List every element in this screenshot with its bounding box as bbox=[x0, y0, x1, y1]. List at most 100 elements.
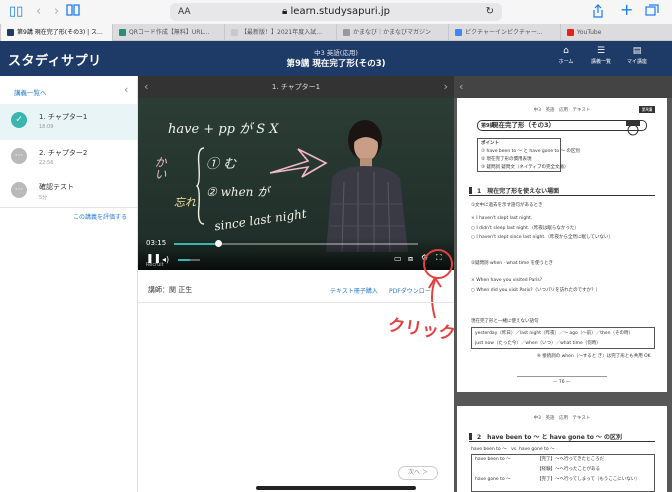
divider bbox=[0, 207, 137, 208]
browser-tab[interactable]: ピクチャーインピクチャー... bbox=[448, 24, 560, 41]
tab-favicon bbox=[231, 29, 238, 36]
back-to-course-list-link[interactable]: 講義一覧へ bbox=[14, 87, 47, 97]
pdf-line: ※ 接続詞の when（〜すると き）は完了形とも共用 OK bbox=[537, 354, 651, 359]
pdf-lesson-number: 第9講 bbox=[481, 123, 495, 129]
browser-tab[interactable]: かまなび｜かまなびマガジン bbox=[336, 24, 448, 41]
chalk-text: ② when が bbox=[206, 185, 270, 199]
nav-course-list-button[interactable]: ☰ 講義一覧 bbox=[589, 46, 613, 65]
video-chapter-bar: ‹ 1. チャプター1 › bbox=[138, 76, 454, 98]
next-button[interactable]: 次へ ＞ bbox=[398, 466, 438, 480]
reload-icon[interactable]: ↻ bbox=[486, 3, 494, 21]
pdf-line: ①文中に過去を示す語句があるとき bbox=[471, 203, 543, 208]
tab-label: 第9講 現在完了形(その3) | ス... bbox=[17, 29, 103, 36]
chapter-duration: 5分 bbox=[39, 195, 48, 201]
chapter-item[interactable]: ··· 2. チャプター2 22:56 bbox=[0, 140, 137, 176]
seek-handle[interactable] bbox=[214, 240, 222, 247]
app-header: スタディサプリ 中3 英語(応用) 第9講 現在完了形(その3) ⌂ ホーム ☰ 講… bbox=[0, 41, 672, 76]
browser-tab[interactable]: QRコード作成【無料】URL... bbox=[112, 24, 224, 41]
pdf-rule bbox=[517, 376, 607, 377]
check-icon: ✓ bbox=[11, 112, 27, 128]
bookmarks-icon[interactable] bbox=[66, 4, 80, 21]
subtitles-icon[interactable]: ▭ bbox=[394, 254, 402, 263]
prev-chapter-icon[interactable]: ‹ bbox=[144, 76, 148, 98]
back-arrow-icon[interactable]: ‹ bbox=[36, 4, 41, 20]
pdf-line: × When have you visited Paris? bbox=[471, 278, 543, 283]
browser-toolbar: ▯▯ ‹ › AA 🔒︎ learn.studysapuri.jp ↻ + bbox=[0, 0, 672, 24]
lecturer-name: 講師：関 正生 bbox=[148, 286, 193, 294]
forward-arrow-icon[interactable]: › bbox=[54, 4, 59, 20]
my-course-icon: ▤ bbox=[632, 46, 642, 56]
nav-my-course-button[interactable]: ▤ マイ講座 bbox=[625, 46, 649, 65]
tab-bar: 第9講 現在完了形(その3) | ス... QRコード作成【無料】URL... … bbox=[0, 24, 672, 41]
pdf-page: 中3 英語 応用 テキスト 第9講 第9講 現在完了形（その3） ポイント ① h… bbox=[457, 98, 667, 392]
buy-textbook-link[interactable]: テキスト冊子購入 bbox=[330, 286, 378, 295]
pdf-page-header: 中3 英語 応用 テキスト bbox=[533, 416, 591, 421]
pdf-line: yesterday（昨日）／last night（昨夜）／〜 ago（〜前）／t… bbox=[475, 331, 634, 336]
volume-fill bbox=[178, 259, 191, 261]
chapter-duration: 22:56 bbox=[39, 160, 54, 166]
share-icon[interactable] bbox=[592, 4, 604, 23]
chapter-item[interactable]: ··· 確認テスト 5分 bbox=[0, 174, 137, 210]
chalk-text: かい bbox=[153, 156, 167, 180]
lesson-badge: 第9講 bbox=[639, 106, 655, 113]
chapter-title: 2. チャプター2 bbox=[39, 149, 88, 157]
pdf-line: ②疑問詞 when · what time を使うとき bbox=[471, 261, 553, 266]
browser-tab[interactable]: 【最新版！】2021年度入試... bbox=[224, 24, 336, 41]
dots-icon: ··· bbox=[11, 148, 27, 164]
chapter-duration: 18:09 bbox=[39, 124, 54, 130]
rate-lecture-link[interactable]: この講義を評価する bbox=[73, 212, 127, 221]
chapter-title: 確認テスト bbox=[39, 183, 74, 191]
pdf-page-number: — 76 — bbox=[553, 380, 571, 385]
url-text: learn.studysapuri.jp bbox=[290, 6, 390, 17]
seek-bar-fill bbox=[174, 243, 218, 245]
chapter-item[interactable]: ✓ 1. チャプター1 18:09 bbox=[0, 104, 137, 140]
pdf-lesson-title: 第9講 現在完了形（その3） bbox=[477, 120, 647, 131]
pdf-line: ○ When did you visit Paris?（いつパリを訪れたのですか… bbox=[471, 288, 601, 293]
tab-favicon bbox=[7, 29, 14, 36]
chalk-text: 忘れ bbox=[174, 196, 196, 209]
pdf-line: have gone to 〜 bbox=[475, 477, 511, 482]
collapse-pdf-icon[interactable]: ‹ bbox=[459, 80, 463, 93]
pdf-page: 中3 英語 応用 テキスト 2 have been to 〜 と have go… bbox=[457, 406, 667, 492]
pdf-line: × I haven't slept last night. bbox=[471, 216, 533, 221]
pdf-line: ○ I haven't slept since last night.（昨夜から… bbox=[471, 235, 613, 240]
pdf-line: 【完了】〜へ行ってしまって（もうここにいない） bbox=[537, 477, 640, 482]
lock-icon: 🔒︎ bbox=[282, 6, 291, 17]
point-item: ② 現在完了形の慣用表現 bbox=[481, 157, 532, 162]
address-bar[interactable]: AA 🔒︎ learn.studysapuri.jp ↻ bbox=[170, 3, 502, 21]
home-indicator bbox=[256, 486, 416, 490]
airplay-icon[interactable]: ⧈ bbox=[408, 254, 413, 264]
pdf-line: 【完了】〜へ行ってきたところだ bbox=[537, 457, 605, 462]
pdf-line: ○ I didn't sleep last night.（昨夜は眠らなかった） bbox=[471, 226, 579, 231]
tab-favicon bbox=[119, 29, 126, 36]
pdf-section-heading: 2 have been to 〜 と have gone to 〜 の区別 bbox=[469, 432, 655, 442]
browser-tab[interactable]: YouTube bbox=[560, 24, 672, 41]
reader-aa-button[interactable]: AA bbox=[178, 3, 191, 21]
pdf-line: just now（たった今）／when（いつ）／what time（何時） bbox=[475, 341, 601, 346]
tab-favicon bbox=[343, 29, 350, 36]
video-player[interactable]: have + pp が S X ① む ② when が since last … bbox=[138, 98, 454, 270]
divider bbox=[138, 302, 454, 303]
pdf-pane-header: ‹ bbox=[454, 76, 672, 98]
sidebar-toggle-icon[interactable]: ▯▯ bbox=[9, 4, 23, 20]
tab-favicon bbox=[455, 29, 462, 36]
nav-label: 講義一覧 bbox=[590, 59, 611, 65]
tab-label: ピクチャーインピクチャー... bbox=[465, 29, 543, 36]
nav-home-button[interactable]: ⌂ ホーム bbox=[554, 46, 578, 65]
pdf-line: 【経験】〜へ行ったことがある bbox=[537, 467, 600, 472]
teacher-figure bbox=[326, 120, 408, 252]
textbook-pdf-pane[interactable]: ‹ 中3 英語 応用 テキスト 第9講 第9講 現在完了形（その3） ポイント ①… bbox=[454, 76, 672, 492]
chalk-brace-drawing bbox=[196, 147, 205, 225]
pdf-download-link[interactable]: PDFダウンロー bbox=[389, 286, 431, 295]
pdf-page-header: 中3 英語 応用 テキスト bbox=[533, 108, 591, 113]
chalk-text: have + pp が S X bbox=[168, 122, 279, 137]
browser-tab[interactable]: 第9講 現在完了形(その3) | ス... bbox=[0, 24, 112, 41]
pdf-line: have been to 〜 vs. have gone to 〜 bbox=[471, 447, 555, 452]
chapter-sidebar: 講義一覧へ ‹ ✓ 1. チャプター1 18:09 ··· 2. チャプター2 … bbox=[0, 76, 138, 492]
collapse-sidebar-icon[interactable]: ‹ bbox=[124, 83, 128, 96]
new-tab-plus-icon[interactable]: + bbox=[620, 2, 633, 18]
next-chapter-icon[interactable]: › bbox=[444, 76, 448, 98]
pdf-line: 現在完了形と一緒に使えない語句 bbox=[471, 319, 539, 324]
tab-favicon bbox=[567, 29, 574, 36]
tab-overview-icon[interactable] bbox=[645, 4, 659, 21]
